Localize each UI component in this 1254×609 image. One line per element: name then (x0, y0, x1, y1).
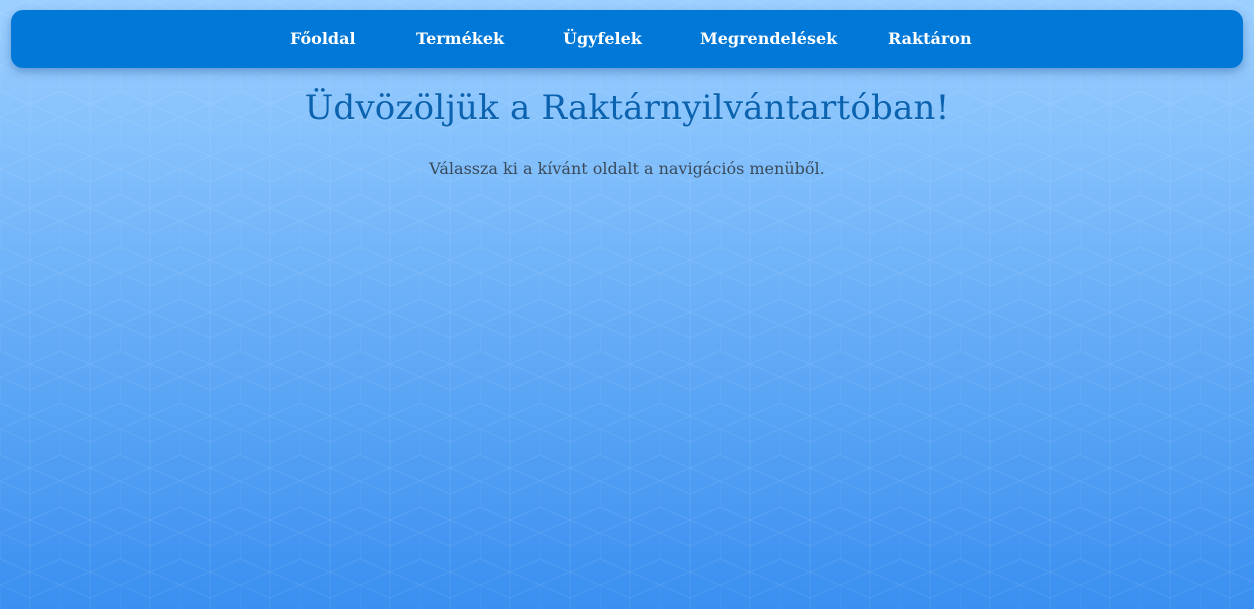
nav-item-termekek[interactable]: Termékek (416, 10, 504, 68)
page-subtitle: Válassza ki a kívánt oldalt a navigációs… (429, 159, 825, 178)
nav-item-raktaron[interactable]: Raktáron (888, 10, 972, 68)
nav-item-megrendelesek[interactable]: Megrendelések (700, 10, 837, 68)
nav-item-fooldal[interactable]: Főoldal (290, 10, 356, 68)
page-title: Üdvözöljük a Raktárnyilvántartóban! (304, 88, 950, 128)
nav-item-ugyfelek[interactable]: Ügyfelek (563, 10, 642, 68)
main-navbar: Főoldal Termékek Ügyfelek Megrendelések … (11, 10, 1243, 68)
